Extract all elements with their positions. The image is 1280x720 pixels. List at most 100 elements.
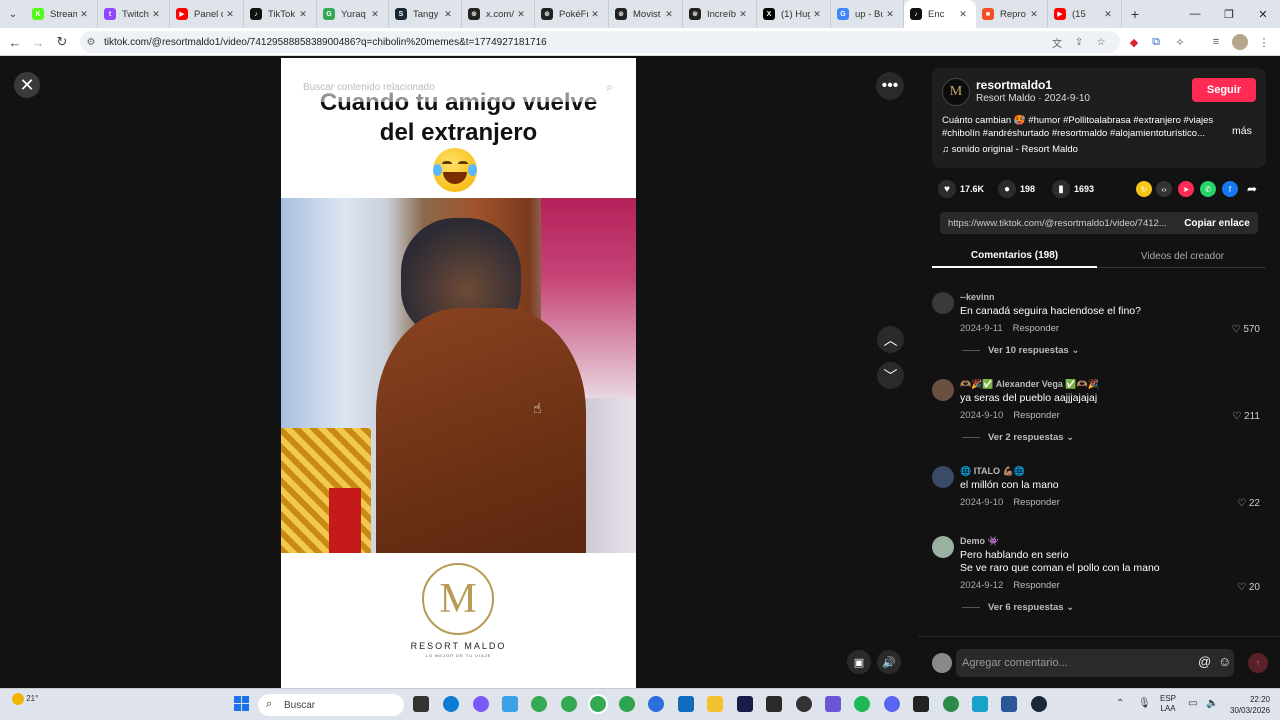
tab-close-icon[interactable]: ✕ [956,9,970,20]
view-replies-button[interactable]: Ver 6 respuestas ⌄ [962,602,1074,613]
browser-tab[interactable]: ⊗ x.com/i ✕ [462,0,535,28]
browser-tab[interactable]: t Twitch ✕ [98,0,170,28]
sound-link[interactable]: ♫ sonido original - Resort Maldo [942,144,1078,155]
tab-close-icon[interactable]: ✕ [77,9,91,20]
tab-close-icon[interactable]: ✕ [588,9,602,20]
browser-menu-icon[interactable]: ⋮ [1256,34,1272,50]
snipping-icon[interactable] [502,696,518,712]
tab-close-icon[interactable]: ✕ [441,9,455,20]
copilot-icon[interactable] [473,696,489,712]
facebook-icon[interactable]: f [1222,181,1238,197]
tab-search-icon[interactable]: ⌄ [0,0,26,28]
tab-close-icon[interactable]: ✕ [149,9,163,20]
whatsapp-icon[interactable]: ✆ [1200,181,1216,197]
comment-username[interactable]: 🌐 ITALO 💪🏽🌐 [960,466,1025,477]
reload-icon[interactable]: ↻ [50,30,74,54]
more-link[interactable]: más [1232,125,1252,137]
chrome-active-icon[interactable] [590,696,606,712]
discord-icon[interactable] [884,696,900,712]
steam-icon[interactable] [1031,696,1047,712]
tab-close-icon[interactable]: ✕ [1101,9,1115,20]
search-icon[interactable]: ⌕ [606,80,613,95]
reply-link[interactable]: Responder [1013,497,1059,508]
related-search-input[interactable]: Buscar contenido relacionado ⌕ [293,72,623,102]
share-link-url[interactable]: https://www.tiktok.com/@resortmaldo1/vid… [940,218,1176,229]
edge-icon[interactable] [443,696,459,712]
comment-like-button[interactable]: ♡ 570 [1232,324,1260,335]
profile-avatar[interactable] [1232,34,1248,50]
author-avatar[interactable]: M [942,78,970,106]
comment-avatar[interactable] [932,536,954,558]
share-arrow-icon[interactable]: ➦ [1244,181,1260,197]
microphone-icon[interactable]: 🎙 [1138,698,1151,709]
new-tab-button[interactable]: + [1122,6,1148,22]
start-icon[interactable] [234,696,250,712]
embed-icon[interactable]: ‹› [1156,181,1172,197]
browser-tab[interactable]: ♪ TikTok ✕ [244,0,317,28]
browser-tab[interactable]: G Yuraq ✕ [317,0,389,28]
save-button[interactable]: ▮ 1693 [1052,178,1094,200]
follow-button[interactable]: Seguir [1192,78,1256,102]
browser-tab[interactable]: ⊗ PokéFr ✕ [535,0,609,28]
notepad-icon[interactable] [972,696,988,712]
comment-input[interactable]: Agregar comentario... [956,649,1234,677]
capcut-icon[interactable] [766,696,782,712]
tab-close-icon[interactable]: ✕ [223,9,237,20]
browser-tab[interactable]: ♪ Enc ✕ [904,0,976,28]
comment-avatar[interactable] [932,292,954,314]
comment-button[interactable]: ● 198 [998,178,1035,200]
install-icon[interactable]: ⇪ [1072,35,1086,49]
tab-close-icon[interactable]: ✕ [514,9,528,20]
browser-tab[interactable]: Gup - Bu ✕ [831,0,904,28]
outlook-icon[interactable] [678,696,694,712]
tab-close-icon[interactable]: ✕ [368,9,382,20]
emoji-icon[interactable]: ☺ [1218,654,1231,669]
window-close-icon[interactable]: ✕ [1246,0,1280,28]
browser-tab[interactable]: ⊗ Increíbl ✕ [683,0,757,28]
send-to-friend-icon[interactable]: ➤ [1178,181,1194,197]
chevron-up-icon[interactable]: ⌃ [1116,698,1124,709]
send-icon[interactable]: ↑ [1248,653,1268,673]
view-replies-button[interactable]: Ver 10 respuestas ⌄ [962,345,1079,356]
translate-extension-icon[interactable]: ⧉ [1148,34,1164,50]
taskbar-search[interactable]: ⌕ Buscar [258,694,404,716]
app-icon[interactable] [648,696,664,712]
speaker-icon[interactable]: 🔈 [1206,698,1218,709]
previous-video-icon[interactable]: ︿ [877,326,904,353]
tab-comments[interactable]: Comentarios (198) [932,244,1097,268]
language-indicator[interactable]: ESP LAA [1160,694,1176,714]
tab-close-icon[interactable]: ✕ [662,9,676,20]
comment-like-button[interactable]: ♡ 22 [1237,498,1260,509]
file-explorer-icon[interactable] [707,696,723,712]
spotify-icon[interactable] [854,696,870,712]
restore-icon[interactable]: ❐ [1212,0,1246,28]
clock[interactable]: 22:20 30/03/2026 [1230,694,1270,716]
terminal-icon[interactable] [913,696,929,712]
app-icon-3[interactable] [943,696,959,712]
browser-tab[interactable]: ■ Repro ✕ [976,0,1048,28]
tab-close-icon[interactable]: ✕ [296,9,310,20]
mention-icon[interactable]: @ [1198,654,1211,669]
browser-tab[interactable]: ▶ Panel d✕ [170,0,244,28]
repost-icon[interactable]: ↻ [1136,181,1152,197]
comment-avatar[interactable] [932,466,954,488]
weather-widget[interactable]: 21° [12,693,38,705]
chrome-alt-icon[interactable] [619,696,635,712]
chrome-icon[interactable] [531,696,547,712]
chrome-profile-icon[interactable] [561,696,577,712]
obs-icon[interactable] [796,696,812,712]
browser-tab[interactable]: K Stream✕ [26,0,98,28]
comment-username[interactable]: Demo 👾 [960,536,999,547]
reply-link[interactable]: Responder [1013,580,1059,591]
browser-tab[interactable]: X (1) Hug ✕ [757,0,831,28]
sidebar-icon[interactable]: ≡ [1208,34,1224,50]
browser-tab[interactable]: S Tangy ✕ [389,0,462,28]
tab-close-icon[interactable]: ✕ [1027,9,1041,20]
display-icon[interactable]: ▭ [1188,698,1197,709]
video-player[interactable]: Cuando tu amigo vuelve del extranjero Bu… [281,58,636,688]
translate-icon[interactable]: 文 [1050,35,1064,50]
address-bar[interactable]: ⚙ tiktok.com/@resortmaldo1/video/7412958… [80,31,1120,53]
task-view-icon[interactable] [413,696,429,712]
app-icon-2[interactable] [825,696,841,712]
comment-like-button[interactable]: ♡ 211 [1232,411,1260,422]
